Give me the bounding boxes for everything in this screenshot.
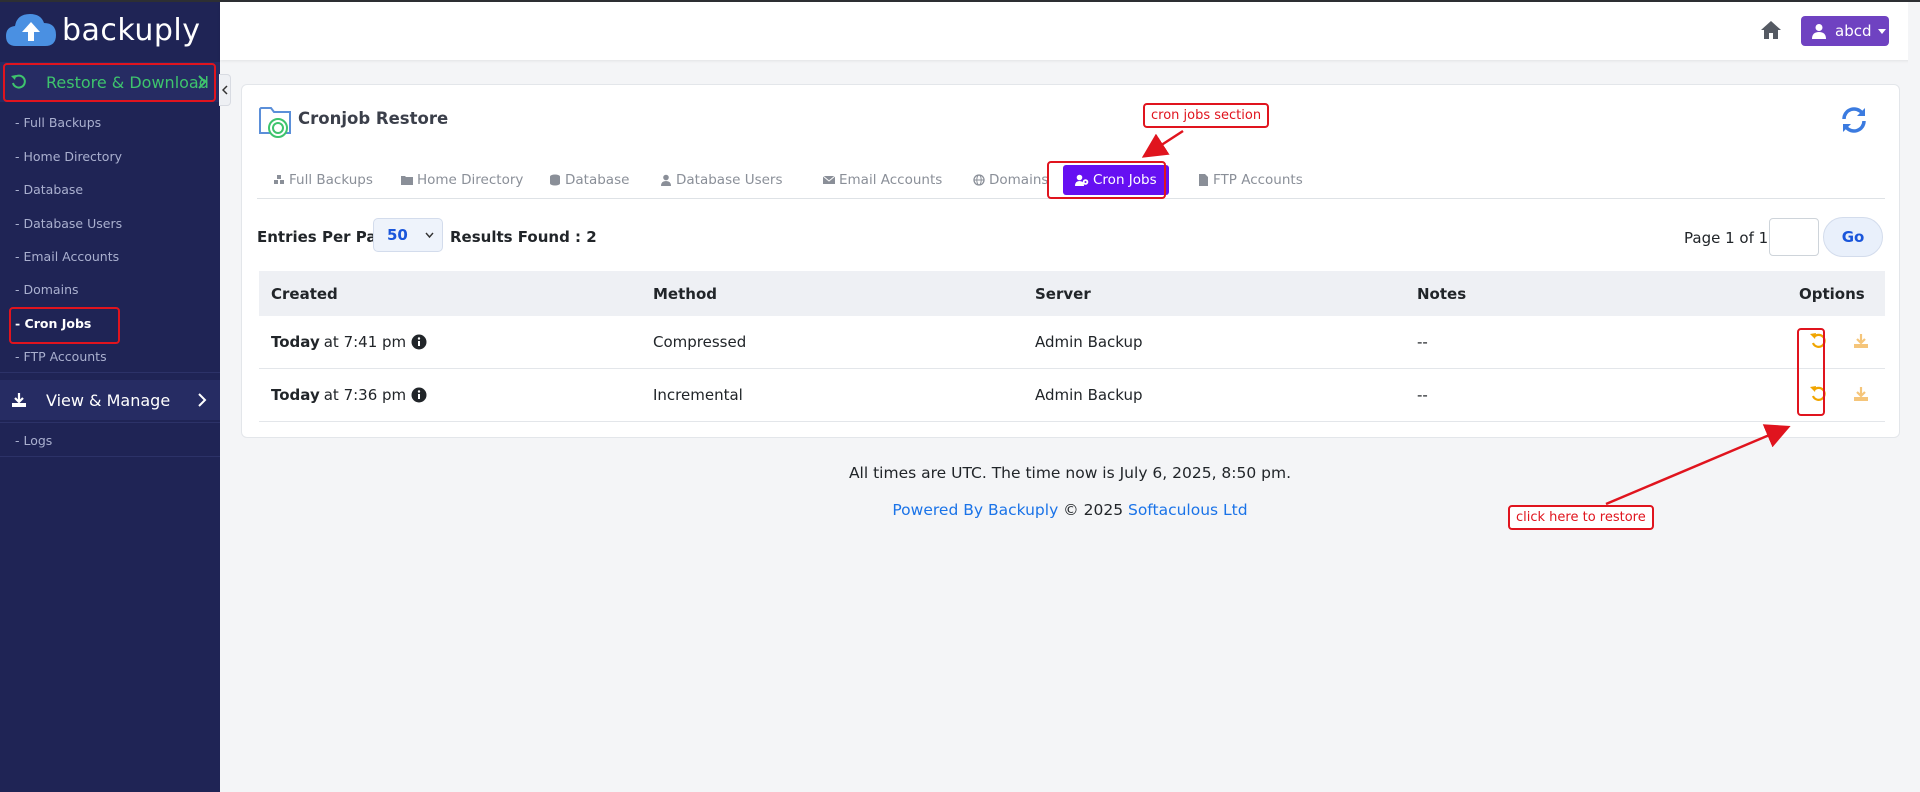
folder-icon: [401, 176, 413, 185]
download-icon: [12, 393, 26, 407]
sidebar: backuply Restore & Download - Full Backu…: [0, 0, 220, 792]
annotation-highlight-restore-icons: [1797, 328, 1825, 416]
tab-ftp-accounts[interactable]: FTP Accounts: [1197, 165, 1303, 195]
user-icon: [1812, 24, 1826, 39]
timezone-note: All times are UTC. The time now is July …: [848, 464, 1292, 482]
method-cell: Incremental: [653, 386, 743, 404]
user-icon: [661, 174, 671, 186]
server-cell: Admin Backup: [1035, 333, 1143, 351]
col-server: Server: [1035, 285, 1091, 303]
sidebar-collapse-toggle[interactable]: [219, 74, 231, 106]
tab-home-directory[interactable]: Home Directory: [401, 165, 523, 195]
globe-icon: [973, 174, 985, 186]
info-icon[interactable]: [411, 334, 427, 350]
sidebar-item-ftp-accounts[interactable]: - FTP Accounts: [15, 349, 107, 364]
table-row: Today at 7:41 pm Compressed Admin Backup…: [259, 316, 1885, 369]
top-bar: abcd: [220, 2, 1920, 60]
tab-email-accounts[interactable]: Email Accounts: [823, 165, 942, 195]
scrollbar[interactable]: [1908, 2, 1920, 792]
col-created: Created: [271, 285, 338, 303]
results-found: Results Found : 2: [450, 228, 597, 246]
sidebar-divider: [0, 422, 220, 423]
chevron-right-icon: [198, 393, 207, 407]
col-method: Method: [653, 285, 717, 303]
tab-database-users[interactable]: Database Users: [660, 165, 783, 195]
table-header: Created Method Server Notes Options: [259, 271, 1885, 316]
sidebar-item-home-directory[interactable]: - Home Directory: [15, 149, 122, 164]
created-day: Today: [271, 333, 320, 351]
download-icon[interactable]: [1853, 333, 1869, 349]
cubes-icon: [274, 175, 284, 184]
tab-label: Email Accounts: [839, 172, 943, 188]
sidebar-item-email-accounts[interactable]: - Email Accounts: [15, 249, 119, 264]
created-time: at 7:36 pm: [323, 386, 407, 404]
annotation-highlight-cron-jobs-item: [9, 307, 120, 344]
page-number-input[interactable]: [1769, 218, 1819, 256]
chevron-left-icon: [221, 85, 228, 95]
sidebar-divider: [0, 372, 220, 373]
user-name: abcd: [1835, 22, 1872, 40]
database-icon: [550, 174, 560, 186]
sidebar-item-domains[interactable]: - Domains: [15, 282, 79, 297]
home-icon[interactable]: [1759, 18, 1783, 42]
notes-cell: --: [1417, 386, 1428, 404]
entries-per-page-value: 50: [387, 226, 408, 244]
notes-cell: --: [1417, 333, 1428, 351]
server-cell: Admin Backup: [1035, 386, 1143, 404]
copyright-text: © 2025: [1058, 501, 1128, 519]
annotation-cron-jobs-section: cron jobs section: [1143, 103, 1270, 128]
window-top-border: [0, 0, 1920, 2]
created-cell: Today at 7:41 pm: [271, 333, 427, 351]
tab-full-backups[interactable]: Full Backups: [273, 165, 373, 195]
powered-by: Powered By Backuply © 2025 Softaculous L…: [220, 501, 1920, 519]
brand-name: backuply: [62, 12, 201, 48]
tab-label: Database Users: [676, 172, 783, 188]
tab-label: Database: [565, 172, 630, 188]
card-title: Cronjob Restore: [298, 109, 449, 128]
table-row: Today at 7:36 pm Incremental Admin Backu…: [259, 369, 1885, 422]
col-notes: Notes: [1417, 285, 1467, 303]
tab-label: FTP Accounts: [1213, 172, 1303, 188]
caret-down-icon: [1878, 28, 1887, 34]
annotation-click-to-restore: click here to restore: [1508, 505, 1654, 530]
nav-view-label: View & Manage: [46, 390, 171, 410]
download-icon[interactable]: [1853, 386, 1869, 402]
annotation-highlight-cron-jobs-tab: [1047, 161, 1166, 199]
chevron-down-icon: [425, 232, 434, 239]
cronjob-restore-card: Cronjob Restore Full Backups Home Direct…: [241, 84, 1900, 438]
envelope-icon: [823, 175, 835, 184]
method-cell: Compressed: [653, 333, 747, 351]
annotation-highlight-restore-menu: [3, 63, 216, 102]
cloud-upload-icon: [6, 14, 56, 46]
page-info: Page 1 of 1: [1684, 229, 1769, 247]
powered-by-link[interactable]: Powered By Backuply: [892, 501, 1058, 519]
tab-label: Full Backups: [289, 172, 373, 188]
entries-per-page-select[interactable]: 50: [373, 218, 443, 252]
sidebar-divider: [0, 456, 220, 457]
sidebar-item-logs[interactable]: - Logs: [15, 433, 52, 448]
sidebar-item-database-users[interactable]: - Database Users: [15, 216, 122, 231]
sidebar-item-database[interactable]: - Database: [15, 182, 83, 197]
refresh-icon[interactable]: [1839, 105, 1869, 135]
sidebar-item-full-backups[interactable]: - Full Backups: [15, 115, 101, 130]
info-icon[interactable]: [411, 387, 427, 403]
col-options: Options: [1799, 285, 1865, 303]
tab-database[interactable]: Database: [549, 165, 629, 195]
nav-view-manage[interactable]: View & Manage: [0, 380, 220, 420]
file-icon: [1199, 174, 1208, 186]
created-cell: Today at 7:36 pm: [271, 386, 427, 404]
tab-label: Domains: [989, 172, 1049, 188]
folder-restore-icon: [259, 107, 291, 138]
created-day: Today: [271, 386, 320, 404]
user-menu-button[interactable]: abcd: [1801, 16, 1889, 46]
created-time: at 7:41 pm: [323, 333, 407, 351]
brand-logo[interactable]: backuply: [4, 6, 201, 54]
go-button[interactable]: Go: [1823, 217, 1883, 257]
company-link[interactable]: Softaculous Ltd: [1128, 501, 1248, 519]
cron-jobs-table: Created Method Server Notes Options Toda…: [259, 271, 1885, 422]
tab-domains[interactable]: Domains: [973, 165, 1048, 195]
tab-label: Home Directory: [417, 172, 524, 188]
